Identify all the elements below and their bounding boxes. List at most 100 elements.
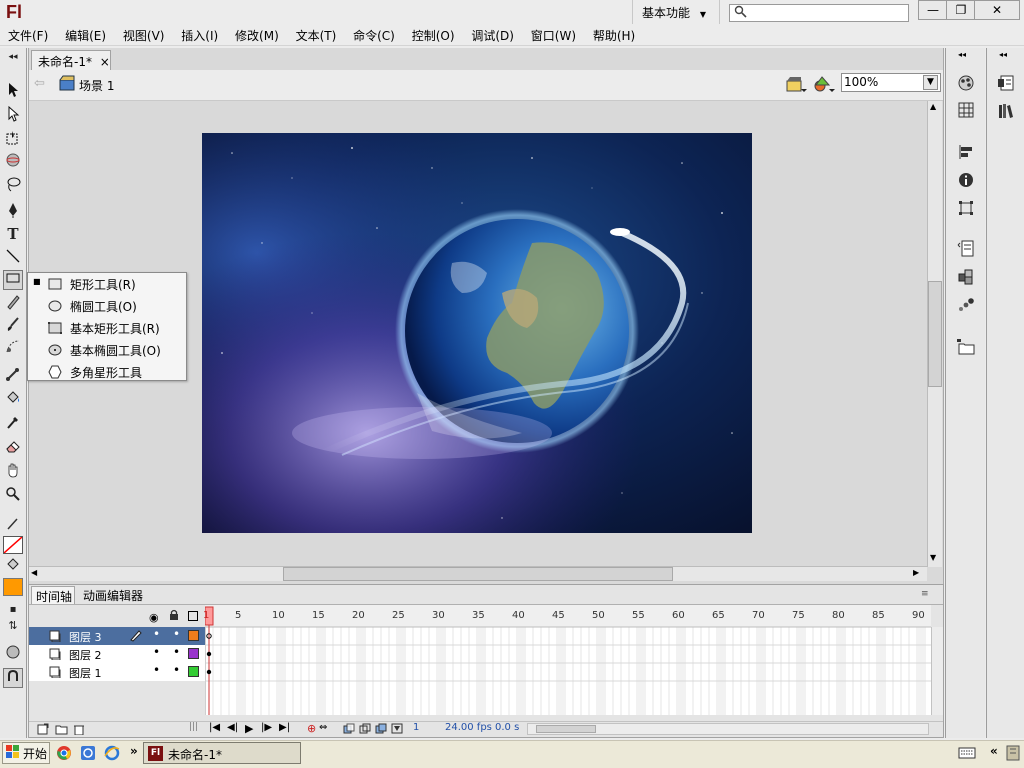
pencil-tool-icon[interactable] <box>3 294 23 314</box>
document-tab[interactable]: 未命名-1* × <box>31 50 111 70</box>
timeline-horizontal-scrollbar[interactable] <box>527 723 929 735</box>
hand-tool-icon[interactable] <box>3 462 23 482</box>
lasso-tool-icon[interactable] <box>3 176 23 196</box>
center-frame-icon[interactable]: ⊕ <box>307 722 316 735</box>
eye-icon[interactable]: ◉ <box>149 611 159 624</box>
workspace-switcher[interactable]: 基本功能 ▼ <box>632 0 720 24</box>
flyout-item-primitive-oval[interactable]: 基本椭圆工具(O) <box>28 339 186 361</box>
flyout-item-oval[interactable]: 椭圆工具(O) <box>28 295 186 317</box>
horizontal-scrollbar[interactable]: ◀ ▶ <box>29 566 927 581</box>
pen-tool-icon[interactable] <box>3 202 23 222</box>
swap-colors-icon[interactable]: ⇅ <box>3 616 23 636</box>
project-icon[interactable] <box>955 338 977 360</box>
tray-expand[interactable]: « <box>990 744 998 758</box>
scroll-down-icon[interactable]: ▼ <box>930 553 936 562</box>
quicklaunch-chrome-icon[interactable] <box>56 745 72 764</box>
taskbar-item-flash[interactable]: Fl 未命名-1* <box>143 742 301 764</box>
delete-layer-icon[interactable] <box>73 723 85 738</box>
back-arrow-icon[interactable]: ⇦ <box>34 76 45 91</box>
stroke-color-swatch[interactable] <box>3 536 23 554</box>
scroll-right-icon[interactable]: ▶ <box>913 568 919 577</box>
menu-insert[interactable]: 插入(I) <box>173 26 218 44</box>
paint-bucket-tool-icon[interactable] <box>3 390 23 410</box>
align-icon[interactable] <box>955 144 977 166</box>
vertical-scroll-thumb[interactable] <box>928 281 942 387</box>
layer-color-swatch[interactable] <box>188 648 199 659</box>
lock-dot[interactable]: • <box>173 627 180 641</box>
first-frame-icon[interactable]: |◀ <box>209 722 220 733</box>
layer-color-swatch[interactable] <box>188 666 199 677</box>
menu-window[interactable]: 窗口(W) <box>523 26 576 44</box>
horizontal-scroll-thumb[interactable] <box>283 567 673 581</box>
color-icon[interactable] <box>955 74 977 96</box>
menu-commands[interactable]: 命令(C) <box>345 26 395 44</box>
close-button[interactable]: ✕ <box>974 0 1020 20</box>
vertical-scrollbar[interactable]: ▲ ▼ <box>927 101 942 567</box>
zoom-dropdown-icon[interactable]: ▼ <box>923 75 938 90</box>
edit-multiple-frames-icon[interactable] <box>375 723 387 737</box>
swatches-icon[interactable] <box>955 102 977 124</box>
menu-modify[interactable]: 修改(M) <box>227 26 279 44</box>
menu-text[interactable]: 文本(T) <box>288 26 337 44</box>
maximize-button[interactable]: ❐ <box>946 0 976 20</box>
lock-icon[interactable] <box>169 609 179 624</box>
layer-row[interactable]: 图层 2 • • <box>29 645 205 663</box>
menu-edit[interactable]: 编辑(E) <box>57 26 106 44</box>
stage[interactable] <box>202 133 752 533</box>
step-forward-icon[interactable]: |▶ <box>261 722 272 733</box>
collapse-toolbox-icon[interactable]: ◂◂ <box>3 52 23 62</box>
onion-outlines-icon[interactable] <box>359 723 371 737</box>
menu-file[interactable]: 文件(F) <box>0 26 48 44</box>
keyboard-tray-icon[interactable] <box>958 746 976 763</box>
frames-area[interactable] <box>204 605 931 715</box>
free-transform-tool-icon[interactable] <box>3 130 23 150</box>
3d-rotation-tool-icon[interactable] <box>3 152 23 172</box>
tab-motion-editor[interactable]: 动画编辑器 <box>79 586 149 604</box>
transform-icon[interactable] <box>955 200 977 222</box>
subselection-tool-icon[interactable] <box>3 105 23 126</box>
components-icon[interactable] <box>955 268 977 290</box>
layer-color-swatch[interactable] <box>188 630 199 641</box>
scroll-up-icon[interactable]: ▲ <box>930 102 936 111</box>
modify-markers-icon[interactable] <box>391 723 403 737</box>
bone-tool-icon[interactable] <box>3 366 23 386</box>
quicklaunch-more[interactable]: » <box>130 744 138 758</box>
onion-skin-icon[interactable] <box>343 723 355 737</box>
visibility-dot[interactable]: • <box>153 627 160 641</box>
quicklaunch-ie-icon[interactable] <box>104 745 120 764</box>
flyout-item-polystar[interactable]: 多角星形工具 <box>28 361 186 383</box>
quicklaunch-browser-icon[interactable] <box>80 745 96 764</box>
fill-color-swatch[interactable] <box>3 578 23 596</box>
loop-icon[interactable]: ⇔ <box>319 722 327 733</box>
rectangle-tool-icon[interactable] <box>3 270 23 290</box>
new-layer-icon[interactable] <box>37 723 49 738</box>
lock-dot[interactable]: • <box>173 645 180 659</box>
edit-symbols-icon[interactable] <box>813 75 835 96</box>
scroll-left-icon[interactable]: ◀ <box>31 568 37 577</box>
collapse-dock-icon[interactable]: ◂◂ <box>958 50 966 59</box>
new-folder-icon[interactable] <box>55 723 68 738</box>
visibility-dot[interactable]: • <box>153 645 160 659</box>
outline-icon[interactable] <box>188 611 198 621</box>
lock-dot[interactable]: • <box>173 663 180 677</box>
frame-rate[interactable]: 24.00 fps <box>445 722 492 733</box>
deco-tool-icon[interactable] <box>3 338 23 358</box>
menu-debug[interactable]: 调试(D) <box>463 26 514 44</box>
menu-view[interactable]: 视图(V) <box>115 26 165 44</box>
zoom-tool-icon[interactable] <box>3 486 23 506</box>
eraser-tool-icon[interactable] <box>3 438 23 458</box>
motion-presets-icon[interactable] <box>955 296 977 318</box>
object-drawing-icon[interactable] <box>3 644 23 664</box>
brush-tool-icon[interactable] <box>3 316 23 336</box>
line-tool-icon[interactable] <box>3 248 23 268</box>
timeline-vertical-scrollbar[interactable] <box>931 627 943 715</box>
library-icon[interactable] <box>995 102 1017 124</box>
snap-magnet-icon[interactable] <box>3 668 23 688</box>
flyout-item-rectangle[interactable]: ■ 矩形工具(R) <box>28 273 186 295</box>
edit-scene-icon[interactable] <box>785 75 807 96</box>
resize-handle-icon[interactable]: ||| <box>189 722 198 732</box>
layer-row[interactable]: 图层 3 • • <box>29 627 205 645</box>
close-tab-icon[interactable]: × <box>100 55 110 69</box>
last-frame-icon[interactable]: ▶| <box>279 722 290 733</box>
minimize-button[interactable]: — <box>918 0 948 20</box>
